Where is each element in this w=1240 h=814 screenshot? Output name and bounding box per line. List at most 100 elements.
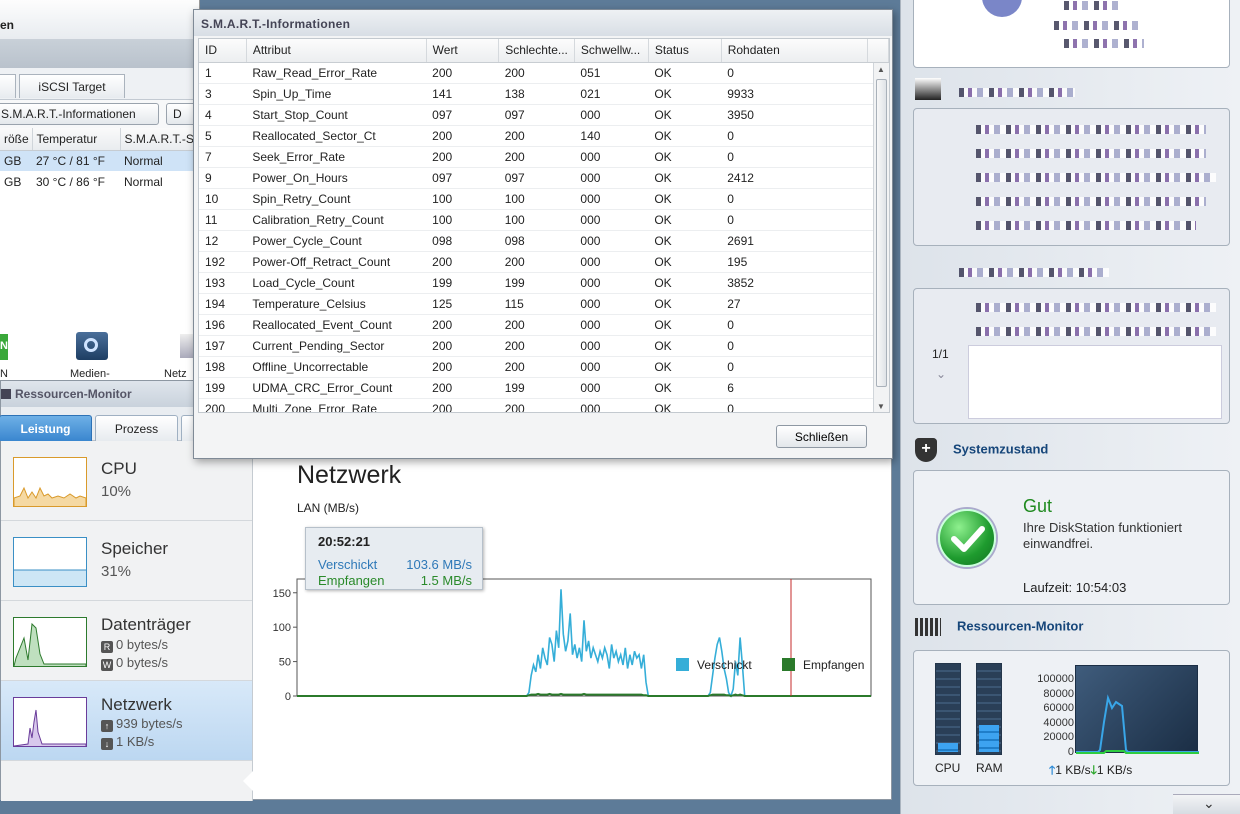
network-down-value: 1 KB/s <box>116 734 155 749</box>
tooltip-recv-value: 1.5 MB/s <box>420 573 472 588</box>
smart-info-button[interactable]: S.M.A.R.T.-Informationen <box>0 103 159 125</box>
chevron-down-icon[interactable]: ⌄ <box>936 367 946 381</box>
col-size[interactable]: röße <box>0 128 33 151</box>
table-cell: 098 <box>498 230 575 252</box>
tab-leistung[interactable]: Leistung <box>0 415 92 441</box>
tab-iscsi-target[interactable]: iSCSI Target <box>19 74 125 98</box>
cpu-bar <box>935 663 961 755</box>
table-row[interactable]: 11 Calibration_Retry_Count 100 100 000 OK 0 <box>199 209 889 231</box>
col-rohdaten[interactable]: Rohdaten <box>721 39 869 63</box>
table-cell: 051 <box>574 62 649 84</box>
table-row[interactable]: 194 Temperature_Celsius 125 115 000 OK 27 <box>199 293 889 315</box>
panel-collapse-button[interactable]: ⌄ <box>1173 794 1240 814</box>
table-cell: OK <box>648 146 722 168</box>
table-cell: 200 <box>426 62 499 84</box>
scroll-up-arrow-icon[interactable]: ▲ <box>877 65 885 74</box>
table-row[interactable]: 4 Start_Stop_Count 097 097 000 OK 3950 <box>199 104 889 126</box>
table-row[interactable]: 7 Seek_Error_Rate 200 200 000 OK 0 <box>199 146 889 168</box>
plot-area <box>296 578 872 697</box>
sidebar-item-speicher[interactable]: Speicher 31% <box>1 521 252 601</box>
table-row[interactable]: 3 Spin_Up_Time 141 138 021 OK 9933 <box>199 83 889 105</box>
table-cell: 000 <box>574 314 649 336</box>
sidebar-item-netzwerk[interactable]: Netzwerk ↑ 939 bytes/s ↓ 1 KB/s <box>1 681 252 761</box>
sidebar-item-datentraeger[interactable]: Datenträger R0 bytes/s W0 bytes/s <box>1 601 252 681</box>
uptime-label: Laufzeit: 10:54:03 <box>1023 580 1127 595</box>
table-cell: 200 <box>426 335 499 357</box>
table-cell: 097 <box>498 104 575 126</box>
table-cell: 27 <box>721 293 868 315</box>
table-cell: 195 <box>721 251 868 273</box>
table-cell: 125 <box>426 293 499 315</box>
close-button[interactable]: Schließen <box>776 425 867 448</box>
table-row[interactable]: 9 Power_On_Hours 097 097 000 OK 2412 <box>199 167 889 189</box>
table-row[interactable]: 198 Offline_Uncorrectable 200 200 000 OK 0 <box>199 356 889 378</box>
col-smart-status[interactable]: S.M.A.R.T.-S <box>120 128 201 151</box>
resmon-widget[interactable]: CPU RAM 100000 80000 60000 40000 20000 0… <box>913 650 1230 786</box>
table-cell: OK <box>648 314 722 336</box>
table-cell: 200 <box>426 314 499 336</box>
ram-bar-fill <box>979 724 999 752</box>
table-row[interactable]: GB 30 °C / 86 °F Normal <box>0 171 200 192</box>
vertical-scrollbar[interactable]: ▲ ▼ <box>873 63 889 412</box>
storage-window-title: en <box>0 0 199 40</box>
table-row[interactable]: 193 Load_Cycle_Count 199 199 000 OK 3852 <box>199 272 889 294</box>
table-cell: 192 <box>199 251 247 273</box>
y-tick-label: 150 <box>273 588 291 600</box>
table-cell: UDMA_CRC_Error_Count <box>246 377 427 399</box>
scroll-down-arrow-icon[interactable]: ▼ <box>877 402 885 411</box>
storage-pie-icon <box>982 0 1022 17</box>
table-cell: Current_Pending_Sector <box>246 335 427 357</box>
table-row[interactable]: 1 Raw_Read_Error_Rate 200 200 051 OK 0 <box>199 62 889 84</box>
table-cell: 000 <box>574 251 649 273</box>
table-row[interactable]: 200 Multi_Zone_Error_Rate 200 200 000 OK 0 <box>199 398 889 412</box>
cpu-bar-label: CPU <box>935 761 961 775</box>
col-wert[interactable]: Wert <box>426 39 500 63</box>
table-row[interactable]: 197 Current_Pending_Sector 200 200 000 OK 0 <box>199 335 889 357</box>
col-schwellwert[interactable]: Schwellw... <box>574 39 649 63</box>
table-cell: 199 <box>498 377 575 399</box>
table-cell: 1 <box>199 62 247 84</box>
health-message: Ihre DiskStation funktioniert einwandfre… <box>1023 520 1182 551</box>
table-row[interactable]: GB 27 °C / 81 °F Normal <box>0 150 200 171</box>
storage-tab-hidden[interactable] <box>0 74 16 98</box>
col-id[interactable]: ID <box>199 39 247 63</box>
col-temperature[interactable]: Temperatur <box>32 128 121 151</box>
table-cell: OK <box>648 398 722 412</box>
y-tick-label: 50 <box>279 657 291 669</box>
table-row[interactable]: 12 Power_Cycle_Count 098 098 000 OK 2691 <box>199 230 889 252</box>
table-cell: 138 <box>498 83 575 105</box>
table-cell: 100 <box>426 209 499 231</box>
col-schlechteste[interactable]: Schlechte... <box>498 39 575 63</box>
table-cell: 200 <box>199 398 247 412</box>
tab-prozess[interactable]: Prozess <box>95 415 178 441</box>
page-title: Netzwerk <box>297 461 402 489</box>
table-cell: 193 <box>199 272 247 294</box>
table-cell: 000 <box>574 377 649 399</box>
legend-sent[interactable]: Verschickt <box>676 658 752 672</box>
app-icon-n[interactable]: N <box>0 334 8 360</box>
table-row[interactable]: 196 Reallocated_Event_Count 200 200 000 OK 0 <box>199 314 889 336</box>
scrollbar-thumb[interactable] <box>876 79 887 387</box>
table-cell: 200 <box>426 251 499 273</box>
table-cell: OK <box>648 209 722 231</box>
legend-recv[interactable]: Empfangen <box>782 658 864 672</box>
table-cell: Reallocated_Sector_Ct <box>246 125 427 147</box>
table-row[interactable]: 5 Reallocated_Sector_Ct 200 200 140 OK 0 <box>199 125 889 147</box>
table-cell: OK <box>648 83 722 105</box>
write-icon: W <box>101 659 113 671</box>
table-cell: OK <box>648 356 722 378</box>
table-cell: OK <box>648 272 722 294</box>
media-indexer-icon[interactable] <box>76 332 108 360</box>
table-row[interactable]: 199 UDMA_CRC_Error_Count 200 199 000 OK 6 <box>199 377 889 399</box>
table-cell: 9933 <box>721 83 868 105</box>
col-attribut[interactable]: Attribut <box>246 39 427 63</box>
download-arrow-icon: ↓ <box>101 738 113 750</box>
table-cell: 198 <box>199 356 247 378</box>
cpu-value: 10% <box>101 483 132 500</box>
table-row[interactable]: 192 Power-Off_Retract_Count 200 200 000 OK 195 <box>199 251 889 273</box>
files-widget: 1/1 ⌄ <box>913 288 1230 424</box>
table-cell: 000 <box>574 272 649 294</box>
col-status[interactable]: Status <box>648 39 722 63</box>
table-row[interactable]: 10 Spin_Retry_Count 100 100 000 OK 0 <box>199 188 889 210</box>
tooltip-sent-label: Verschickt <box>318 557 378 572</box>
